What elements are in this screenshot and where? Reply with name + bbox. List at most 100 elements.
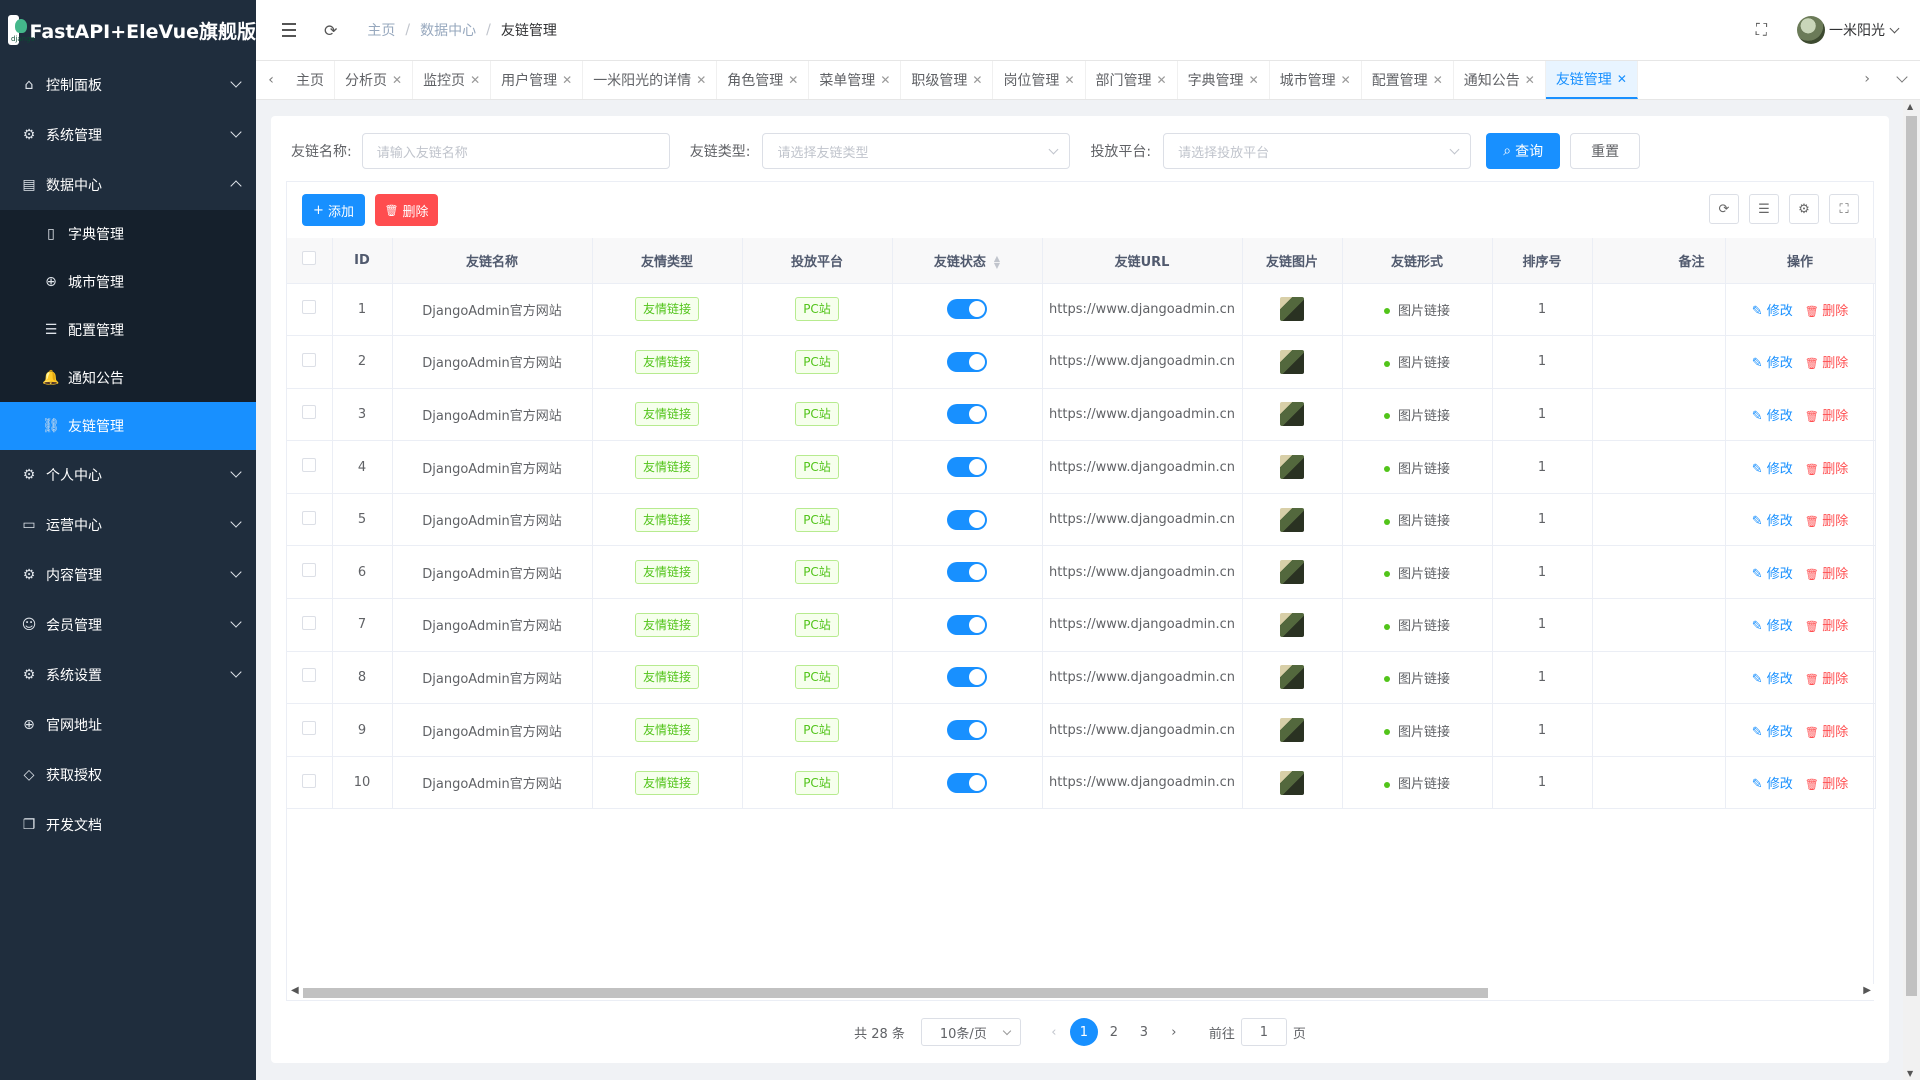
row-checkbox[interactable] — [302, 668, 317, 683]
close-icon[interactable]: ✕ — [1064, 73, 1074, 87]
sidebar-item[interactable]: ▭ 运营中心 — [0, 500, 256, 550]
row-checkbox[interactable] — [302, 510, 317, 525]
page-button-3[interactable]: 3 — [1130, 1018, 1158, 1046]
fullscreen-icon[interactable]: ⛶ — [1756, 20, 1767, 40]
row-checkbox[interactable] — [302, 300, 317, 315]
edit-button[interactable]: ✎ 修改 — [1752, 462, 1793, 477]
edit-button[interactable]: ✎ 修改 — [1752, 619, 1793, 634]
delete-button[interactable]: 🗑 删除 — [1805, 777, 1848, 792]
select-all-checkbox[interactable] — [302, 251, 317, 266]
close-icon[interactable]: ✕ — [880, 73, 890, 87]
menu-toggle-icon[interactable] — [282, 23, 300, 37]
prev-page-button[interactable]: ‹ — [1040, 1018, 1068, 1046]
status-toggle[interactable] — [947, 299, 987, 320]
sidebar-item[interactable]: ☺ 会员管理 — [0, 600, 256, 650]
tab[interactable]: 菜单管理 ✕ — [809, 61, 902, 99]
reset-button[interactable]: 重置 — [1570, 133, 1641, 169]
row-checkbox[interactable] — [302, 352, 317, 367]
tab[interactable]: 主页 — [286, 61, 335, 99]
sidebar-item[interactable]: ⚙ 内容管理 — [0, 550, 256, 600]
link-image-thumbnail[interactable] — [1280, 560, 1304, 585]
tab[interactable]: 通知公告 ✕ — [1454, 61, 1546, 99]
scroll-up-icon[interactable]: ▲ — [1907, 102, 1913, 111]
close-icon[interactable]: ✕ — [562, 73, 572, 87]
tab[interactable]: 角色管理 ✕ — [717, 61, 810, 99]
sidebar-item[interactable]: ▤ 数据中心 — [0, 160, 256, 210]
delete-button[interactable]: 🗑 删除 — [1805, 409, 1848, 424]
chevron-down-icon[interactable] — [1889, 23, 1900, 33]
delete-button[interactable]: 🗑 删除 — [1805, 304, 1848, 319]
breadcrumb-home[interactable]: 主页 — [367, 20, 395, 40]
tab[interactable]: 岗位管理 ✕ — [993, 61, 1086, 99]
sidebar-item[interactable]: ⚙ 个人中心 — [0, 450, 256, 500]
page-size-select[interactable]: 10条/页 — [920, 1018, 1021, 1046]
status-toggle[interactable] — [947, 614, 987, 635]
tab[interactable]: 部门管理 ✕ — [1086, 61, 1178, 99]
link-image-thumbnail[interactable] — [1280, 507, 1304, 532]
delete-button[interactable]: 🗑 删除 — [1805, 567, 1848, 582]
delete-button[interactable]: 🗑 删除 — [1805, 514, 1848, 529]
goto-page-input[interactable]: 1 — [1240, 1018, 1287, 1046]
tab[interactable]: 职级管理 ✕ — [901, 61, 994, 99]
delete-button[interactable]: 🗑 删除 — [1805, 619, 1848, 634]
sidebar-item[interactable]: ⊕ 官网地址 — [0, 700, 256, 750]
tab[interactable]: 用户管理 ✕ — [491, 61, 584, 99]
delete-button[interactable]: 🗑 删除 — [1805, 725, 1848, 740]
delete-button[interactable]: 🗑 删除 — [1805, 672, 1848, 687]
user-name[interactable]: 一米阳光 — [1829, 20, 1885, 40]
tab-scroll-left-icon[interactable]: ‹ — [256, 72, 286, 88]
sidebar-subitem[interactable]: ⊕ 城市管理 — [0, 258, 256, 306]
tab[interactable]: 配置管理 ✕ — [1362, 61, 1454, 99]
close-icon[interactable]: ✕ — [1525, 73, 1535, 87]
add-button[interactable]: + 添加 — [302, 194, 365, 226]
sidebar-item[interactable]: ⌂ 控制面板 — [0, 60, 256, 110]
close-icon[interactable]: ✕ — [696, 73, 706, 87]
close-icon[interactable]: ✕ — [470, 73, 480, 87]
edit-button[interactable]: ✎ 修改 — [1752, 514, 1793, 529]
close-icon[interactable]: ✕ — [1249, 73, 1259, 87]
sidebar-item[interactable]: ❐ 开发文档 — [0, 800, 256, 850]
row-checkbox[interactable] — [302, 458, 317, 473]
tab[interactable]: 字典管理 ✕ — [1178, 61, 1270, 99]
status-toggle[interactable] — [947, 562, 987, 583]
sidebar-subitem[interactable]: 🔔 通知公告 — [0, 354, 256, 402]
close-icon[interactable]: ✕ — [1617, 72, 1627, 86]
next-page-button[interactable]: › — [1160, 1018, 1188, 1046]
edit-button[interactable]: ✎ 修改 — [1752, 409, 1793, 424]
tab[interactable]: 一米阳光的详情 ✕ — [583, 61, 718, 99]
sort-icon[interactable]: ▲ ▼ — [994, 255, 1000, 270]
status-toggle[interactable] — [947, 404, 987, 425]
type-select[interactable]: 请选择友链类型 — [762, 133, 1071, 169]
tab[interactable]: 友链管理 ✕ — [1545, 61, 1638, 99]
link-image-thumbnail[interactable] — [1280, 349, 1304, 374]
row-checkbox[interactable] — [302, 773, 317, 788]
horizontal-scrollbar[interactable]: ◀ ▶ — [287, 984, 1875, 1000]
refresh-icon[interactable]: ⟳ — [1709, 194, 1739, 224]
link-image-thumbnail[interactable] — [1280, 718, 1304, 743]
delete-button[interactable]: 🗑 删除 — [1805, 462, 1848, 477]
close-icon[interactable]: ✕ — [1341, 73, 1351, 87]
fullscreen-icon[interactable]: ⛶ — [1829, 194, 1859, 224]
close-icon[interactable]: ✕ — [972, 73, 982, 87]
link-image-thumbnail[interactable] — [1280, 770, 1304, 795]
platform-select[interactable]: 请选择投放平台 — [1163, 133, 1472, 169]
link-image-thumbnail[interactable] — [1280, 402, 1304, 427]
edit-button[interactable]: ✎ 修改 — [1752, 304, 1793, 319]
delete-button[interactable]: 🗑 删除 — [1805, 356, 1848, 371]
refresh-icon[interactable]: ⟳ — [324, 21, 337, 40]
close-icon[interactable]: ✕ — [392, 73, 402, 87]
settings-icon[interactable]: ⚙ — [1789, 194, 1819, 224]
edit-button[interactable]: ✎ 修改 — [1752, 356, 1793, 371]
sidebar-subitem[interactable]: ▯ 字典管理 — [0, 210, 256, 258]
scrollbar-thumb[interactable] — [1906, 116, 1917, 996]
vertical-scrollbar[interactable]: ▲ ▼ — [1903, 100, 1920, 1080]
page-button-1[interactable]: 1 — [1069, 1018, 1098, 1046]
tab[interactable]: 分析页 ✕ — [335, 61, 414, 99]
status-toggle[interactable] — [947, 720, 987, 741]
name-search-input[interactable]: 请输入友链名称 — [361, 133, 670, 169]
tab-scroll-right-icon[interactable]: › — [1864, 71, 1870, 87]
edit-button[interactable]: ✎ 修改 — [1752, 725, 1793, 740]
link-image-thumbnail[interactable] — [1280, 612, 1304, 637]
density-icon[interactable]: ☰ — [1749, 194, 1779, 224]
row-checkbox[interactable] — [302, 563, 317, 578]
